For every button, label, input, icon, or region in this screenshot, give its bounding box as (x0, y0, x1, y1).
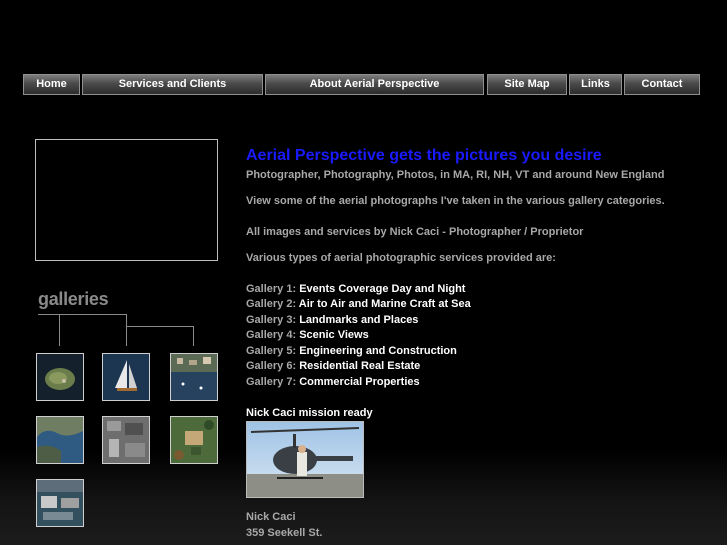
flash-banner-placeholder (35, 139, 218, 261)
mission-caption: Nick Caci mission ready (246, 407, 373, 419)
gallery-link[interactable]: Landmarks and Places (299, 314, 418, 326)
tree-line-branch (126, 326, 194, 327)
gallery-thumb-construction[interactable] (102, 416, 150, 464)
gallery-thumb-commercial[interactable] (36, 479, 84, 527)
gallery-link[interactable]: Engineering and Construction (299, 345, 457, 357)
gallery-list-item: Gallery 5: Engineering and Construction (246, 345, 457, 357)
gallery-link[interactable]: Scenic Views (299, 329, 369, 341)
gallery-link[interactable]: Events Coverage Day and Night (299, 283, 465, 295)
credit-text: All images and services by Nick Caci - P… (246, 226, 584, 238)
gallery-number: Gallery 6: (246, 360, 297, 372)
gallery-number: Gallery 5: (246, 345, 297, 357)
tree-line-top (38, 314, 127, 315)
gallery-number: Gallery 3: (246, 314, 297, 326)
gallery-number: Gallery 4: (246, 329, 297, 341)
gallery-link[interactable]: Residential Real Estate (299, 360, 420, 372)
gallery-number: Gallery 1: (246, 283, 297, 295)
gallery-list-item: Gallery 2: Air to Air and Marine Craft a… (246, 298, 471, 310)
nav-about[interactable]: About Aerial Perspective (265, 74, 484, 95)
nav-services-and-clients[interactable]: Services and Clients (82, 74, 263, 95)
gallery-link[interactable]: Air to Air and Marine Craft at Sea (299, 298, 471, 310)
gallery-thumb-harbor[interactable] (170, 353, 218, 401)
nav-home[interactable]: Home (23, 74, 80, 95)
nav-links[interactable]: Links (569, 74, 622, 95)
main-nav: Home Services and Clients About Aerial P… (0, 74, 727, 95)
gallery-thumb-coast[interactable] (36, 416, 84, 464)
gallery-number: Gallery 7: (246, 376, 297, 388)
page-headline: Aerial Perspective gets the pictures you… (246, 147, 602, 164)
gallery-thumb-island[interactable] (36, 353, 84, 401)
gallery-thumb-sailboat[interactable] (102, 353, 150, 401)
galleries-heading: galleries (38, 289, 109, 309)
gallery-link[interactable]: Commercial Properties (299, 376, 419, 388)
gallery-thumb-residential[interactable] (170, 416, 218, 464)
gallery-list-item: Gallery 6: Residential Real Estate (246, 360, 420, 372)
contact-street: 359 Seekell St. (246, 527, 323, 539)
nav-site-map[interactable]: Site Map (487, 74, 567, 95)
subheadline: Photographer, Photography, Photos, in MA… (246, 169, 665, 181)
tree-line-2 (126, 314, 127, 346)
gallery-number: Gallery 2: (246, 298, 297, 310)
tree-line-1 (59, 314, 60, 346)
tree-line-3 (193, 326, 194, 346)
nav-contact[interactable]: Contact (624, 74, 700, 95)
services-intro-text: Various types of aerial photographic ser… (246, 252, 556, 264)
gallery-list-item: Gallery 7: Commercial Properties (246, 376, 420, 388)
intro-text: View some of the aerial photographs I've… (246, 195, 665, 207)
helicopter-photo (246, 421, 364, 498)
gallery-list-item: Gallery 1: Events Coverage Day and Night (246, 283, 465, 295)
gallery-list-item: Gallery 4: Scenic Views (246, 329, 369, 341)
contact-name: Nick Caci (246, 511, 296, 523)
gallery-list-item: Gallery 3: Landmarks and Places (246, 314, 418, 326)
